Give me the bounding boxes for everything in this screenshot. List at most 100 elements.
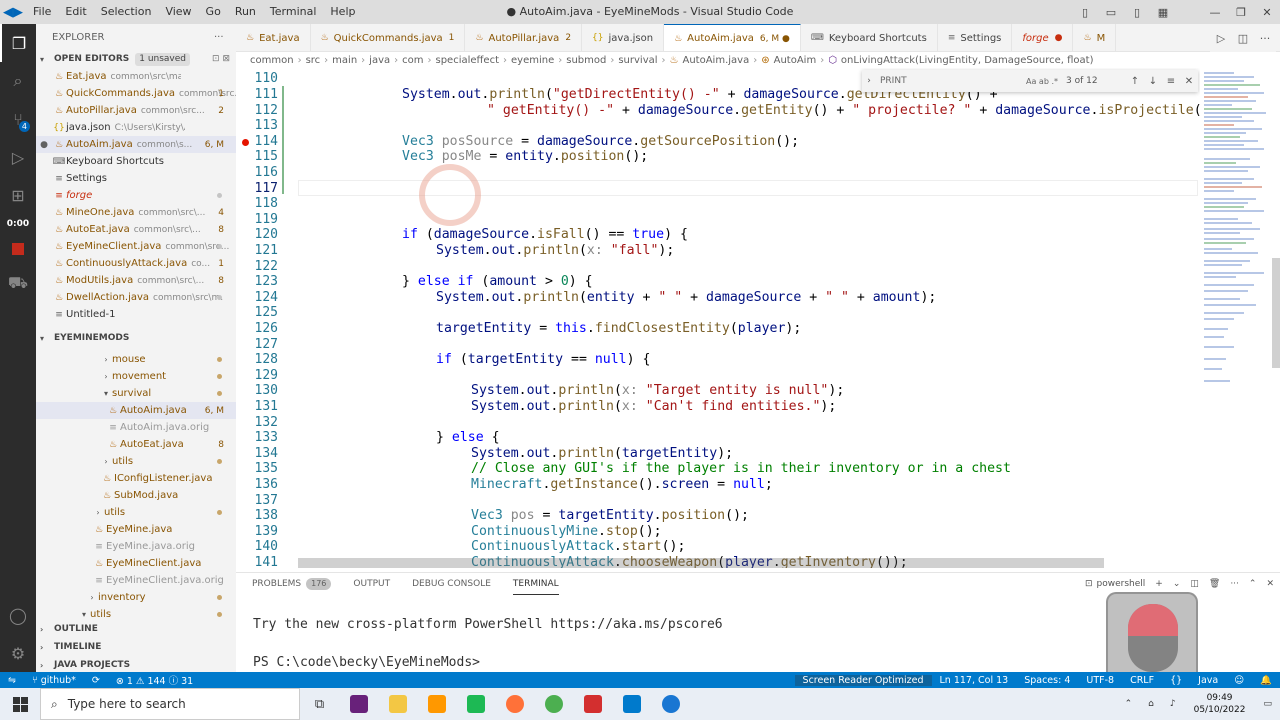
run-debug-icon[interactable]: ▷ xyxy=(0,138,36,176)
windows-start-icon[interactable] xyxy=(0,688,40,720)
tab-autoaim[interactable]: ♨ AutoAim.java 6, M ● xyxy=(664,24,801,51)
tab-autopillar[interactable]: ♨ AutoPillar.java 2 xyxy=(465,24,583,51)
unsaved-dot-icon[interactable]: ● xyxy=(36,140,52,150)
find-options[interactable]: Aa ab .* xyxy=(1026,77,1058,86)
shell-name[interactable]: powershell xyxy=(1097,579,1146,589)
file-item-active[interactable]: ♨ AutoAim.java 6, M xyxy=(36,402,236,419)
braces-icon[interactable]: {} xyxy=(1162,675,1190,686)
record-stop-icon[interactable] xyxy=(0,234,36,264)
firefox-icon[interactable] xyxy=(495,688,534,720)
open-editor-item[interactable]: ♨ AutoEat.java common\src\... 8 xyxy=(36,221,236,238)
visual-studio-icon[interactable] xyxy=(339,688,378,720)
notifications-icon[interactable]: 🔔 xyxy=(1252,675,1280,686)
close-panel-icon[interactable]: ✕ xyxy=(1266,579,1274,589)
file-item[interactable]: ≡ EyeMineClient.java.orig xyxy=(36,572,236,589)
run-icon[interactable]: ▷ xyxy=(1210,32,1232,45)
menu-go[interactable]: Go xyxy=(199,0,228,24)
branch-indicator[interactable]: ⑂ github* xyxy=(24,675,84,686)
open-editor-item[interactable]: ♨ ContinuouslyAttack.java co... 1 xyxy=(36,255,236,272)
file-item[interactable]: ♨ EyeMineClient.java xyxy=(36,555,236,572)
open-editor-item[interactable]: ♨Eat.javacommon\src\main\java\c... xyxy=(36,68,236,85)
minimize-button[interactable]: — xyxy=(1202,6,1228,19)
open-editor-item[interactable]: ♨ EyeMineClient.java common\src... xyxy=(36,238,236,255)
open-editor-item[interactable]: ≡ Settings xyxy=(36,170,236,187)
vscode-taskbar-icon[interactable] xyxy=(612,688,651,720)
file-explorer-icon[interactable] xyxy=(378,688,417,720)
cursor-position[interactable]: Ln 117, Col 13 xyxy=(932,675,1017,686)
open-editor-item[interactable]: ≡ Untitled-1 xyxy=(36,306,236,323)
open-editors-section[interactable]: ▾ OPEN EDITORS 1 unsaved ⊡ ⊠ xyxy=(36,50,236,68)
java-projects-section[interactable]: › JAVA PROJECTS xyxy=(36,656,236,672)
terminal-prompt[interactable]: PS C:\code\becky\EyeMineMods> xyxy=(253,655,480,670)
screen-reader-indicator[interactable]: Screen Reader Optimized xyxy=(794,674,932,686)
file-item[interactable]: ≡ EyeMine.java.orig xyxy=(36,538,236,555)
open-editor-item-active[interactable]: ● ♨ AutoAim.java common\s... 6, M xyxy=(36,136,236,153)
accounts-icon[interactable]: ◯ xyxy=(0,596,36,634)
network-icon[interactable]: ⌂ xyxy=(1140,699,1162,709)
arrow-down-icon[interactable]: ↓ xyxy=(1144,76,1162,87)
settings-gear-icon[interactable]: ⚙ xyxy=(0,634,36,672)
maximize-panel-icon[interactable]: ⌃ xyxy=(1249,579,1257,589)
clock[interactable]: 09:49 05/10/2022 xyxy=(1184,692,1256,716)
acrobat-icon[interactable] xyxy=(573,688,612,720)
tab-eat[interactable]: ♨ Eat.java xyxy=(236,24,311,51)
tab-terminal[interactable]: TERMINAL xyxy=(512,573,559,595)
tab-forge[interactable]: forge ● xyxy=(1012,24,1074,51)
chevron-right-icon[interactable]: › xyxy=(862,76,876,86)
encoding[interactable]: UTF-8 xyxy=(1078,675,1122,686)
chrome-icon[interactable] xyxy=(534,688,573,720)
open-editor-item[interactable]: ♨ MineOne.java common\src\... 4 xyxy=(36,204,236,221)
vertical-scrollbar[interactable] xyxy=(1272,258,1280,368)
language-mode[interactable]: Java xyxy=(1190,675,1226,686)
tab-debug-console[interactable]: DEBUG CONSOLE xyxy=(412,573,491,595)
task-view-icon[interactable]: ⧉ xyxy=(300,688,339,720)
open-editor-item[interactable]: ♨ DwellAction.java common\src\m... xyxy=(36,289,236,306)
menu-file[interactable]: File xyxy=(26,0,58,24)
more-actions-icon[interactable]: ··· xyxy=(1230,579,1239,589)
extensions-icon[interactable]: ⊞ xyxy=(0,176,36,214)
close-icon[interactable]: ✕ xyxy=(1180,76,1198,87)
toggle-panel-icon[interactable]: ▭ xyxy=(1098,6,1124,19)
more-actions-icon[interactable]: ··· xyxy=(1254,32,1276,45)
close-window-button[interactable]: ✕ xyxy=(1254,6,1280,19)
tray-chevron-icon[interactable]: ⌃ xyxy=(1117,699,1141,709)
tab-java-json[interactable]: {} java.json xyxy=(582,24,665,51)
open-editor-item[interactable]: ♨ AutoPillar.java common\src... 2 xyxy=(36,102,236,119)
file-item[interactable]: ♨ IConfigListener.java xyxy=(36,470,236,487)
sublime-icon[interactable] xyxy=(417,688,456,720)
remote-icon[interactable]: ⇋ xyxy=(0,675,24,686)
explorer-icon[interactable]: ❐ xyxy=(0,24,36,62)
menu-edit[interactable]: Edit xyxy=(58,0,93,24)
sync-icon[interactable]: ⟳ xyxy=(84,675,108,686)
indentation[interactable]: Spaces: 4 xyxy=(1016,675,1078,686)
folder-item[interactable]: ▾ survival xyxy=(36,385,236,402)
menu-view[interactable]: View xyxy=(158,0,198,24)
search-icon[interactable]: ⌕ xyxy=(0,62,36,100)
open-editor-item[interactable]: ≡ forge xyxy=(36,187,236,204)
file-item[interactable]: ≡ AutoAim.java.orig xyxy=(36,419,236,436)
toggle-secondary-icon[interactable]: ▯ xyxy=(1124,6,1150,19)
file-item[interactable]: ♨ SubMod.java xyxy=(36,487,236,504)
minimap[interactable] xyxy=(1200,68,1280,568)
open-editor-item[interactable]: {}java.jsonC:\Users\Kirsty\AppData... xyxy=(36,119,236,136)
source-control-icon[interactable]: ⑂ 4 xyxy=(0,100,36,138)
layout-icon[interactable]: ▦ xyxy=(1150,6,1176,19)
split-terminal-icon[interactable]: ◫ xyxy=(1190,579,1199,589)
open-editor-item[interactable]: ⌨ Keyboard Shortcuts xyxy=(36,153,236,170)
green-app-icon[interactable] xyxy=(456,688,495,720)
horizontal-scrollbar[interactable] xyxy=(298,558,1104,568)
split-editor-icon[interactable]: ◫ xyxy=(1232,32,1254,45)
notification-center-icon[interactable]: ▭ xyxy=(1255,699,1280,709)
feedback-icon[interactable]: ☺ xyxy=(1226,675,1252,686)
code-editor[interactable]: 110 111 112 113 114 115 116 117 118 119 … xyxy=(236,68,1200,568)
taskbar-search[interactable]: ⌕ Type here to search xyxy=(40,688,300,720)
more-actions-icon[interactable]: ··· xyxy=(214,32,224,43)
tab-quickcommands[interactable]: ♨ QuickCommands.java 1 xyxy=(311,24,466,51)
timeline-section[interactable]: › TIMELINE xyxy=(36,638,236,656)
open-editor-item[interactable]: ♨ ModUtils.java common\src\... 8 xyxy=(36,272,236,289)
arrow-up-icon[interactable]: ↑ xyxy=(1126,76,1144,87)
restore-button[interactable]: ❐ xyxy=(1228,6,1254,19)
tab-problems[interactable]: PROBLEMS 176 xyxy=(252,573,332,595)
tab-settings[interactable]: ≡ Settings xyxy=(938,24,1013,51)
open-editor-item[interactable]: ♨QuickCommands.javacommon\src...1 xyxy=(36,85,236,102)
